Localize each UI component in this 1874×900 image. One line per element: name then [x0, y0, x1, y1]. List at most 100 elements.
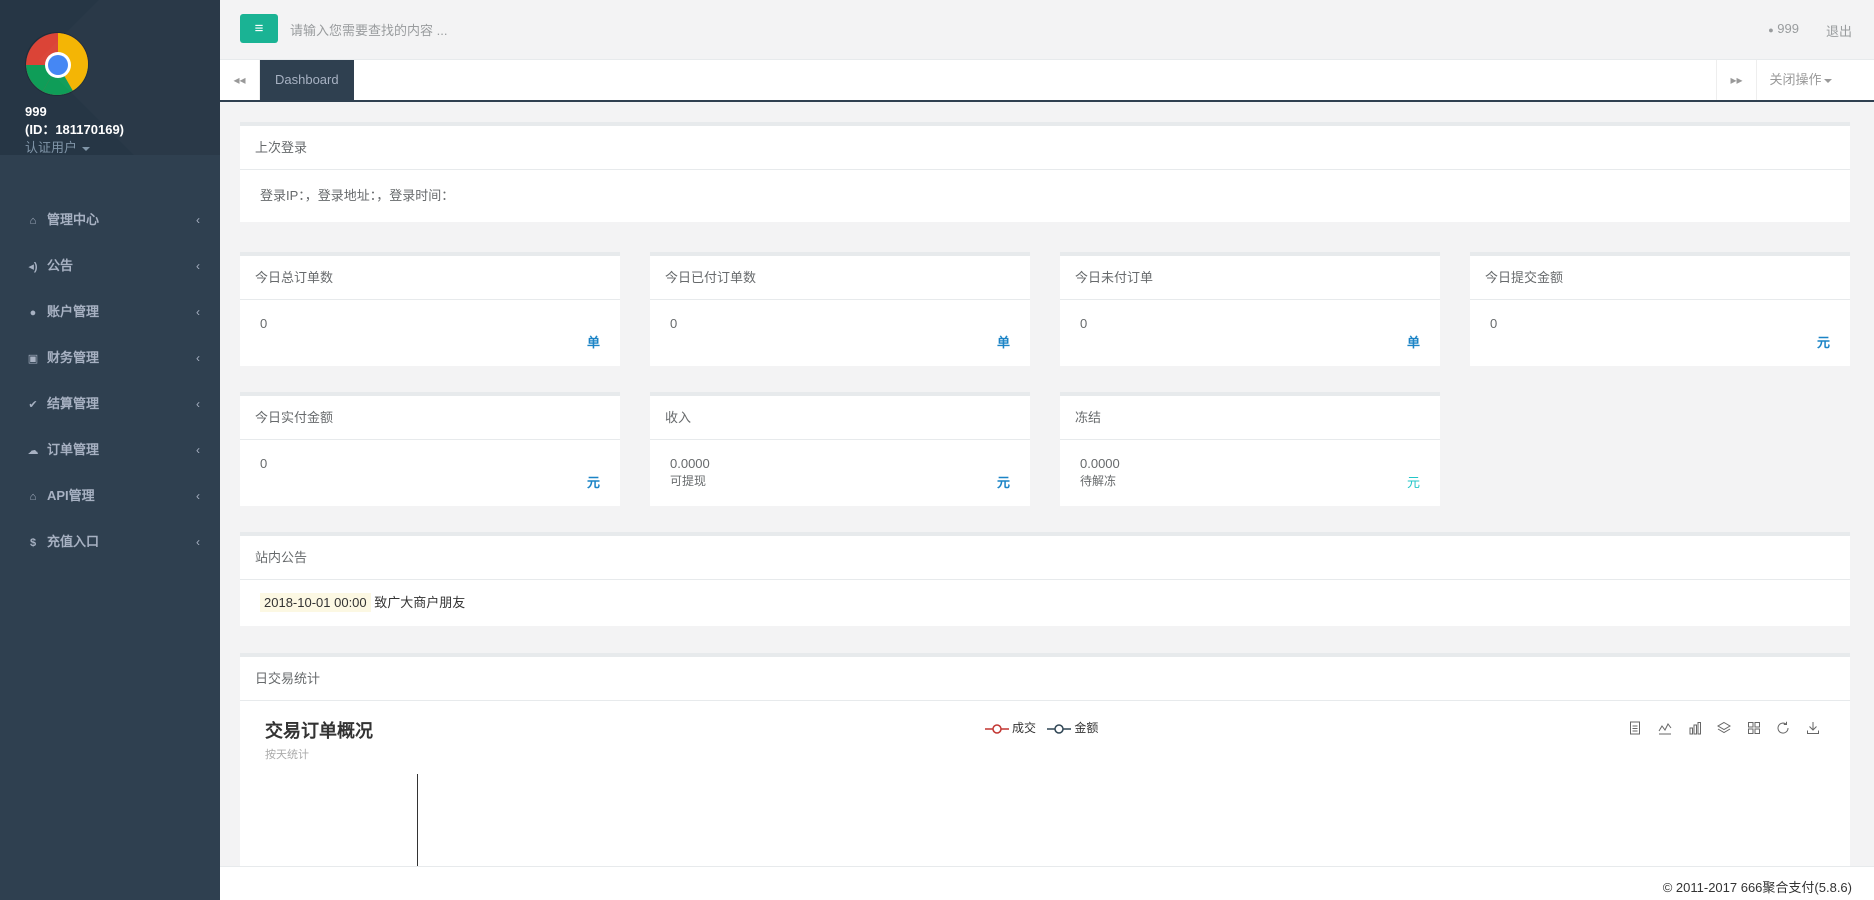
tab-scroll-left-button[interactable]: ◂◂ [220, 60, 260, 100]
stat-title: 冻结 [1060, 396, 1440, 440]
legend-label: 金额 [1074, 721, 1099, 735]
sidebar-item-label: 订单管理 [47, 442, 100, 457]
hamburger-icon: ≡ [254, 20, 264, 37]
stat-subtext: 可提现 [670, 474, 707, 488]
chevron-left-icon: ‹ [196, 535, 200, 549]
close-operations-label: 关闭操作 [1769, 72, 1822, 87]
sidebar-item-account[interactable]: ● 账户管理 ‹ [0, 289, 220, 335]
stat-subtext: 待解冻 [1080, 474, 1117, 488]
stat-unit: 元 [1406, 475, 1420, 490]
notice-item[interactable]: 2018-10-01 00:00 致广大商户朋友 [240, 580, 1850, 626]
sidebar-item-announcement[interactable]: ◂) 公告 ‹ [0, 243, 220, 289]
user-icon: ● [1768, 25, 1774, 35]
panel-title: 日交易统计 [240, 657, 1850, 701]
home-icon: ⌂ [29, 215, 37, 227]
daily-stats-panel: 日交易统计 交易订单概况 按天统计 成交 金额 [240, 653, 1850, 874]
stat-card: 今日实付金额 0 元 [240, 392, 620, 506]
line-chart-icon[interactable] [1652, 721, 1678, 738]
avatar[interactable] [25, 32, 89, 96]
stat-value: 0 [1080, 316, 1088, 331]
sidebar-item-label: API管理 [47, 488, 95, 503]
chevron-left-icon: ‹ [196, 443, 200, 457]
sidebar-item-label: 充值入口 [47, 534, 100, 549]
chart-subtitle: 按天统计 [265, 749, 309, 761]
caret-down-icon [1823, 78, 1832, 83]
last-login-text: 登录IP：，登录地址：，登录时间： [260, 188, 455, 203]
tabs-bar: ◂◂ Dashboard ▸▸ 关闭操作 [220, 60, 1874, 102]
legend-item-amount[interactable]: 金额 [1047, 719, 1098, 736]
stat-title: 收入 [650, 396, 1030, 440]
last-login-panel: 上次登录 登录IP：，登录地址：，登录时间： [240, 122, 1850, 222]
profile-name: 999 [25, 104, 47, 119]
stat-unit: 单 [586, 335, 600, 350]
stat-unit: 元 [586, 475, 600, 490]
sidebar-item-orders[interactable]: ☁ 订单管理 ‹ [0, 427, 220, 473]
legend-line-icon [1047, 723, 1072, 735]
chevron-left-icon: ‹ [196, 351, 200, 365]
chevron-left-icon: ‹ [196, 259, 200, 273]
save-image-icon[interactable] [1800, 721, 1826, 738]
top-user-link[interactable]: ● 999 [1768, 21, 1799, 36]
stat-card: 今日未付订单 0 单 [1060, 252, 1440, 366]
stat-card: 今日总订单数 0 单 [240, 252, 620, 366]
logout-link[interactable]: 退出 [1826, 21, 1852, 40]
user-icon: ● [29, 307, 37, 319]
stat-value: 0 [260, 456, 268, 471]
stat-title: 今日提交金额 [1470, 256, 1850, 300]
money-icon: ▣ [27, 353, 39, 365]
stat-unit: 单 [996, 335, 1010, 350]
notice-text: 致广大商户朋友 [374, 595, 466, 610]
chevron-left-icon: ‹ [196, 213, 200, 227]
menu-toggle-button[interactable]: ≡ [240, 14, 278, 43]
stat-unit: 元 [996, 475, 1010, 490]
chevron-left-icon: ‹ [196, 397, 200, 411]
chevron-left-icon: ‹ [196, 489, 200, 503]
chart-toolbox [1622, 721, 1826, 738]
bank-icon: ⌂ [29, 491, 37, 503]
stat-title: 今日已付订单数 [650, 256, 1030, 300]
dollar-icon: $ [29, 537, 37, 549]
forward-icon: ▸▸ [1730, 73, 1743, 87]
chart-area: 交易订单概况 按天统计 成交 金额 [240, 701, 1850, 874]
stat-unit: 单 [1406, 335, 1420, 350]
tiled-icon[interactable] [1741, 721, 1767, 738]
tab-dashboard[interactable]: Dashboard [260, 60, 354, 100]
tab-scroll-right-button[interactable]: ▸▸ [1716, 60, 1756, 100]
profile-role-dropdown[interactable]: 认证用户 [25, 139, 220, 155]
panel-title: 站内公告 [240, 536, 1850, 580]
stat-card: 今日提交金额 0 元 [1470, 252, 1850, 366]
chevron-left-icon: ‹ [196, 305, 200, 319]
profile-panel: 999 (ID：181170169) 认证用户 [0, 0, 220, 155]
top-navbar: ≡ ● 999 退出 [220, 0, 1874, 60]
data-view-icon[interactable] [1622, 721, 1648, 738]
chart-axis-line [417, 774, 418, 874]
search-input[interactable] [290, 16, 690, 44]
stat-unit: 元 [1816, 335, 1830, 350]
sidebar-item-finance[interactable]: ▣ 财务管理 ‹ [0, 335, 220, 381]
stat-card: 冻结 0.0000 待解冻 元 [1060, 392, 1440, 506]
notice-panel: 站内公告 2018-10-01 00:00 致广大商户朋友 [240, 532, 1850, 626]
stat-value: 0.0000 [1080, 456, 1120, 471]
sidebar-item-admin-center[interactable]: ⌂ 管理中心 ‹ [0, 197, 220, 243]
stat-title: 今日总订单数 [240, 256, 620, 300]
sidebar-item-label: 结算管理 [47, 396, 100, 411]
stack-icon[interactable] [1711, 721, 1737, 738]
stat-value: 0 [670, 316, 678, 331]
sidebar-item-api[interactable]: ⌂ API管理 ‹ [0, 473, 220, 519]
stat-card: 收入 0.0000 可提现 元 [650, 392, 1030, 506]
backward-icon: ◂◂ [233, 73, 246, 87]
stat-value: 0 [260, 316, 268, 331]
footer-copyright: © 2011-2017 666聚合支付(5.8.6) [1662, 880, 1852, 895]
restore-icon[interactable] [1770, 721, 1796, 738]
chart-legend: 成交 金额 [985, 719, 1106, 736]
sidebar-item-recharge[interactable]: $ 充值入口 ‹ [0, 519, 220, 565]
top-user-label: 999 [1777, 21, 1799, 36]
chart-title: 交易订单概况 [265, 721, 373, 741]
legend-line-icon [985, 723, 1009, 735]
close-operations-dropdown[interactable]: 关闭操作 [1756, 60, 1844, 100]
legend-label: 成交 [1012, 721, 1037, 735]
bar-chart-icon[interactable] [1682, 721, 1708, 738]
cloud-icon: ☁ [27, 445, 39, 457]
sidebar-item-settlement[interactable]: ✔ 结算管理 ‹ [0, 381, 220, 427]
legend-item-deal[interactable]: 成交 [985, 719, 1036, 736]
